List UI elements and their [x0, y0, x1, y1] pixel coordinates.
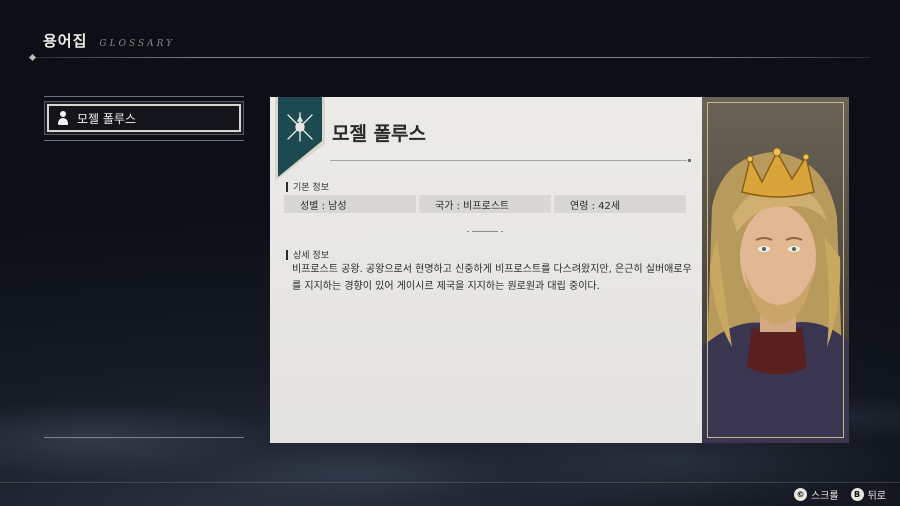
heading-marker	[286, 181, 288, 192]
b-button-icon: B	[850, 488, 864, 501]
age-cell: 연령 : 42세	[554, 195, 686, 213]
nation-cell: 국가 : 비프로스트	[419, 195, 551, 213]
header-divider	[30, 57, 870, 58]
sidebar-item-divider	[44, 140, 244, 141]
sidebar-bottom-divider	[44, 437, 244, 438]
sidebar-item-mozel-polus[interactable]: 모젤 폴루스	[47, 104, 241, 132]
footer-divider	[0, 482, 900, 483]
title-divider	[330, 159, 691, 162]
scroll-hint-label: 스크롤	[810, 491, 839, 502]
glossary-sidebar: 모젤 폴루스	[44, 96, 244, 441]
portrait-frame	[707, 102, 844, 438]
basic-info-row: 성별 : 남성 국가 : 비프로스트 연령 : 42세	[284, 195, 686, 213]
character-portrait	[702, 97, 849, 443]
basic-info-heading: 기본 정보	[286, 180, 329, 193]
crest-icon	[287, 112, 313, 142]
page-title: 용어집	[43, 32, 88, 50]
detail-heading-label: 상세 정보	[293, 251, 329, 261]
back-hint-label: 뒤로	[867, 491, 886, 502]
entry-panel: 모젤 폴루스 기본 정보 성별 : 남성 국가 : 비프로스트 연령 : 42세…	[270, 97, 702, 443]
entry-title: 모젤 폴루스	[332, 123, 427, 145]
entry-description: 비프로스트 공왕. 공왕으로서 현명하고 신중하게 비프로스트를 다스려왔지만,…	[292, 264, 692, 292]
button-hints: © 스크롤 B 뒤로	[793, 487, 886, 502]
scroll-hint[interactable]: © 스크롤	[793, 487, 839, 502]
page-header: 용어집 GLOSSARY	[43, 30, 175, 51]
detail-heading: 상세 정보	[286, 248, 329, 261]
scroll-button-icon: ©	[793, 488, 807, 501]
back-hint[interactable]: B 뒤로	[850, 487, 886, 502]
person-icon	[57, 111, 69, 125]
sidebar-top-divider	[44, 96, 244, 97]
heading-marker	[286, 249, 288, 260]
page-subtitle: GLOSSARY	[99, 39, 176, 49]
sidebar-item-label: 모젤 폴루스	[77, 111, 137, 126]
gender-cell: 성별 : 남성	[284, 195, 416, 213]
section-divider	[467, 231, 503, 232]
basic-info-heading-label: 기본 정보	[293, 183, 329, 193]
